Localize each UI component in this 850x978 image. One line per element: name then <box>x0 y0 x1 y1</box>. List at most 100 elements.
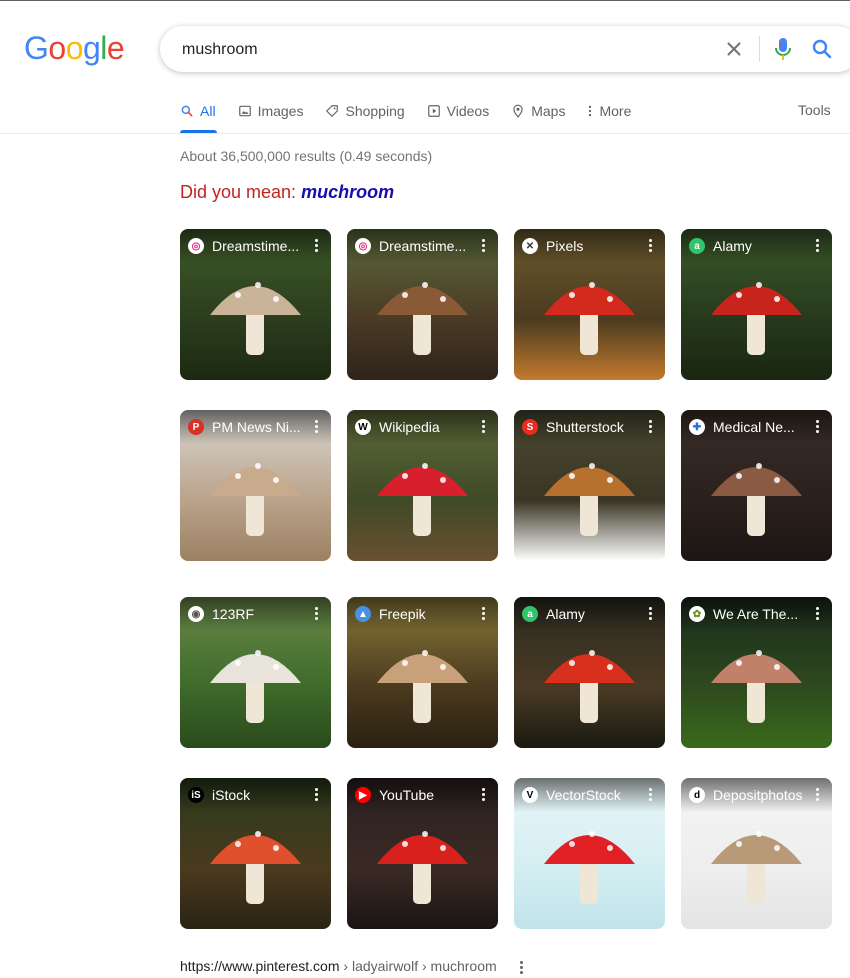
image-result-card[interactable]: a Alamy <box>681 229 832 380</box>
image-result-card[interactable]: ▲ Freepik <box>347 597 498 748</box>
more-vert-icon[interactable] <box>649 238 653 254</box>
more-vert-icon[interactable] <box>482 606 486 622</box>
image-source-label: Alamy <box>546 606 585 622</box>
did-you-mean: Did you mean: muchroom <box>180 182 394 203</box>
more-vert-icon[interactable] <box>816 606 820 622</box>
tab-shopping[interactable]: Shopping <box>325 100 405 122</box>
freepik-icon: ▲ <box>355 606 371 622</box>
more-vert-icon <box>589 105 592 117</box>
image-source-label: iStock <box>212 787 251 803</box>
search-icon[interactable] <box>810 37 834 61</box>
image-result-card[interactable]: iS iStock <box>180 778 331 929</box>
image-source-label: Freepik <box>379 606 426 622</box>
123rf-icon: ◉ <box>188 606 204 622</box>
spelling-suggestion-link[interactable]: muchroom <box>301 182 394 202</box>
more-vert-icon[interactable] <box>816 238 820 254</box>
vectorstock-icon: V <box>522 787 538 803</box>
image-result-card[interactable]: V VectorStock <box>514 778 665 929</box>
logo-letter: e <box>106 30 125 66</box>
image-source-label: Depositphotos <box>713 787 803 803</box>
tab-more[interactable]: More <box>587 100 631 122</box>
image-result-card[interactable]: S Shutterstock <box>514 410 665 561</box>
image-source-label: Wikipedia <box>379 419 440 435</box>
search-box[interactable] <box>160 26 850 72</box>
more-vert-icon[interactable] <box>816 419 820 435</box>
header-divider <box>0 133 850 134</box>
search-tabs: All Images Shopping Videos Maps More <box>180 100 653 132</box>
more-vert-icon[interactable] <box>649 419 653 435</box>
more-vert-icon[interactable] <box>649 606 653 622</box>
tab-label: All <box>200 103 216 119</box>
close-icon[interactable] <box>723 38 745 60</box>
image-source-label: Dreamstime... <box>212 238 300 254</box>
logo-letter: g <box>82 30 101 66</box>
more-vert-icon[interactable] <box>315 787 319 803</box>
tab-label: Images <box>257 103 304 119</box>
tools-button[interactable]: Tools <box>798 102 831 118</box>
result-url[interactable]: https://www.pinterest.com › ladyairwolf … <box>180 958 497 974</box>
image-source-label: Medical Ne... <box>713 419 795 435</box>
image-source-label: Alamy <box>713 238 752 254</box>
tab-maps[interactable]: Maps <box>511 100 565 122</box>
more-vert-icon[interactable] <box>482 787 486 803</box>
alamy-icon: a <box>689 238 705 254</box>
image-result-card[interactable]: ◉ 123RF <box>180 597 331 748</box>
image-source-label: Shutterstock <box>546 419 624 435</box>
logo-letter: o <box>65 30 84 66</box>
map-pin-icon <box>513 104 523 118</box>
tab-all[interactable]: All <box>180 100 216 122</box>
image-source-label: Pixels <box>546 238 584 254</box>
tab-label: Shopping <box>345 103 405 119</box>
search-icon <box>181 105 193 117</box>
youtube-icon: ▶ <box>355 787 371 803</box>
wikipedia-icon: W <box>355 419 371 435</box>
microphone-icon[interactable] <box>772 36 794 62</box>
more-vert-icon[interactable] <box>482 238 486 254</box>
more-vert-icon[interactable] <box>315 419 319 435</box>
top-border <box>0 0 850 1</box>
more-vert-icon[interactable] <box>649 787 653 803</box>
more-vert-icon[interactable] <box>482 419 486 435</box>
tab-label: Maps <box>531 103 566 119</box>
wearethe-icon: ✿ <box>689 606 705 622</box>
dreamstime-icon: ◎ <box>188 238 204 254</box>
search-input[interactable] <box>180 36 704 64</box>
tab-label: Videos <box>446 103 490 119</box>
image-result-card[interactable]: d Depositphotos <box>681 778 832 929</box>
logo-letter: o <box>48 30 66 66</box>
tag-icon <box>326 105 339 117</box>
more-vert-icon[interactable] <box>816 787 820 803</box>
image-result-card[interactable]: ◎ Dreamstime... <box>347 229 498 380</box>
image-source-label: VectorStock <box>546 787 621 803</box>
image-source-label: 123RF <box>212 606 255 622</box>
alamy-icon: a <box>522 606 538 622</box>
tab-images[interactable]: Images <box>238 100 304 122</box>
depositphotos-icon: d <box>689 787 705 803</box>
image-icon <box>238 105 251 117</box>
pmnews-icon: P <box>188 419 204 435</box>
logo-letter: l <box>100 30 107 66</box>
image-result-card[interactable]: ✚ Medical Ne... <box>681 410 832 561</box>
results-stats: About 36,500,000 results (0.49 seconds) <box>180 148 433 164</box>
more-vert-icon[interactable] <box>315 606 319 622</box>
image-source-label: YouTube <box>379 787 435 803</box>
pixels-icon: ✕ <box>522 238 538 254</box>
image-result-card[interactable]: W Wikipedia <box>347 410 498 561</box>
did-you-mean-prefix: Did you mean: <box>180 182 297 202</box>
more-vert-icon[interactable] <box>315 238 319 254</box>
result-menu-icon[interactable] <box>520 961 524 975</box>
image-result-card[interactable]: ✕ Pixels <box>514 229 665 380</box>
istock-icon: iS <box>188 787 204 803</box>
image-result-card[interactable]: ▶ YouTube <box>347 778 498 929</box>
result-path: › ladyairwolf › muchroom <box>339 958 497 974</box>
result-site: https://www.pinterest.com <box>180 958 340 974</box>
tab-videos[interactable]: Videos <box>427 100 490 122</box>
image-result-card[interactable]: a Alamy <box>514 597 665 748</box>
dreamstime-icon: ◎ <box>355 238 371 254</box>
play-icon <box>427 105 440 117</box>
image-result-card[interactable]: ◎ Dreamstime... <box>180 229 331 380</box>
image-result-card[interactable]: ✿ We Are The... <box>681 597 832 748</box>
image-result-card[interactable]: P PM News Ni... <box>180 410 331 561</box>
google-logo[interactable]: Google <box>24 30 125 67</box>
search-divider <box>759 36 760 62</box>
